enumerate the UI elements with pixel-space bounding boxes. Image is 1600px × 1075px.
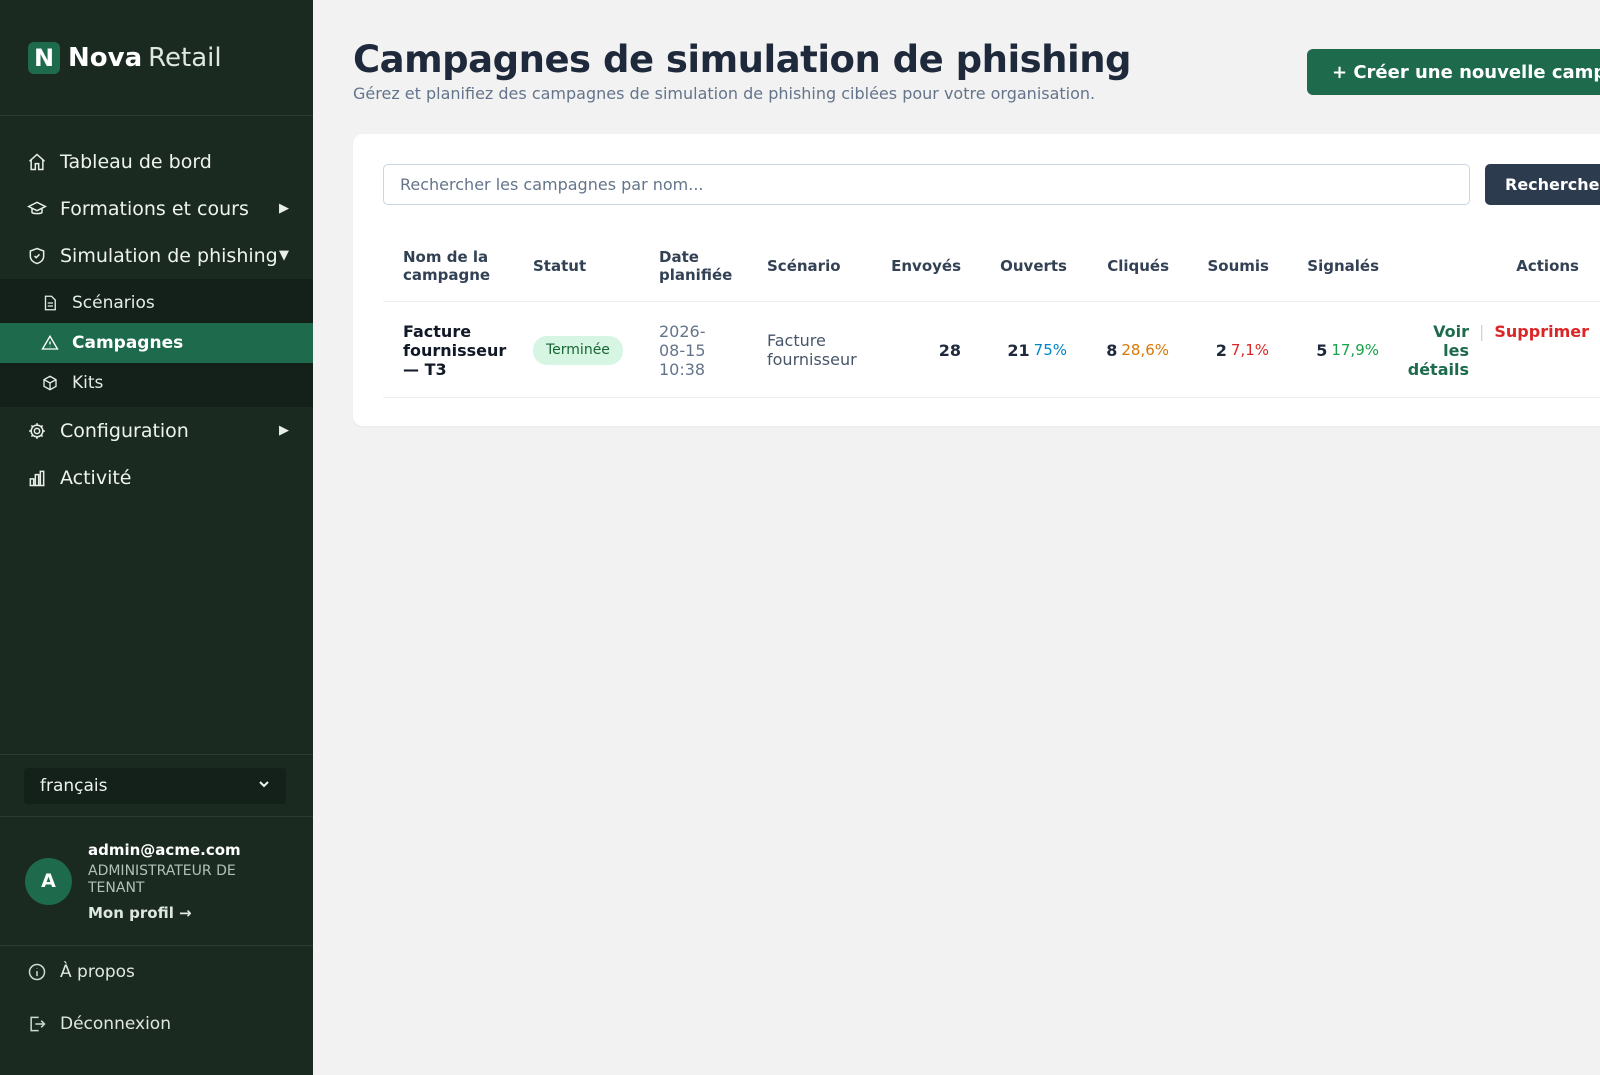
create-campaign-button[interactable]: + Créer une nouvelle campagne [1307,49,1600,95]
caret-down-icon: ▼ [279,248,289,263]
warning-triangle-icon [40,333,60,353]
nav-item-label: Activité [60,466,132,489]
submitted-percent: 7,1% [1230,340,1269,359]
column-header-scenario[interactable]: Scénario [767,230,867,302]
sub-item-label: Campagnes [72,333,184,353]
main-nav: Tableau de bord Formations et cours ▶ Si… [0,116,313,501]
nav-item-phishing-simulation[interactable]: Simulation de phishing ▼ [0,232,313,279]
sub-item-label: Kits [72,373,104,393]
home-icon [26,151,48,173]
search-button[interactable]: Rechercher [1485,164,1600,205]
avatar[interactable]: A [25,857,72,905]
opened-count: 21 [1007,340,1030,360]
view-details-link[interactable]: Voir les détails [1405,322,1469,379]
table-header: Nom de la campagne Statut Date planifiée… [383,230,1600,302]
nav-item-about[interactable]: À propos [0,946,313,998]
nav-item-label: À propos [60,962,135,982]
sent-count: 28 [938,340,961,360]
language-select[interactable]: français [24,767,286,804]
column-header-opened[interactable]: Ouverts [983,230,1067,302]
brand[interactable]: N Nova Retail [0,0,313,116]
clicked-cell: 8 28,6% [1073,302,1169,398]
info-icon [26,961,48,983]
sent-cell: 28 [881,302,961,398]
user-email: admin@acme.com [88,840,241,859]
user-info: admin@acme.com ADMINISTRATEUR DE TENANT … [88,841,258,922]
nav-item-activity[interactable]: Activité [0,454,313,501]
column-header-reported[interactable]: Signalés [1283,230,1379,302]
opened-cell: 21 75% [973,302,1067,398]
scheduled-date: 2026-08-15 10:38 [659,321,706,379]
caret-right-icon: ▶ [279,423,289,438]
sub-item-kits[interactable]: Kits [0,363,313,403]
brand-name-light: Retail [148,42,222,73]
nav-item-label: Déconnexion [60,1014,171,1034]
delete-link[interactable]: Supprimer [1494,322,1589,341]
language-selected: français [40,775,108,796]
bottom-nav: À propos Déconnexion [0,946,313,1050]
action-separator: | [1479,322,1485,341]
profile-link[interactable]: Mon profil → [88,904,258,922]
scenario-cell: Facture fournisseur [767,331,857,369]
nav-item-dashboard[interactable]: Tableau de bord [0,138,313,185]
campaign-name[interactable]: Facture fournisseur — T3 [403,302,513,398]
nav-item-logout[interactable]: Déconnexion [0,998,313,1050]
reported-cell: 5 17,9% [1273,302,1379,398]
shield-icon [26,245,48,267]
table-row[interactable]: Facture fournisseur — T3 Terminée 2026-0… [383,302,1600,398]
bar-chart-icon [26,467,48,489]
gear-icon [26,420,48,442]
page-subtitle: Gérez et planifiez des campagnes de simu… [353,84,1096,103]
column-header-submitted[interactable]: Soumis [1183,230,1270,302]
column-header-date[interactable]: Date planifiée [659,230,749,302]
graduation-cap-icon [26,198,48,220]
sub-item-campaigns[interactable]: Campagnes [0,323,313,363]
user-role: ADMINISTRATEUR DE TENANT [88,862,236,896]
actions-cell: Voir les détails | Supprimer [1393,302,1589,398]
clicked-count: 8 [1106,340,1118,360]
clicked-percent: 28,6% [1121,340,1169,359]
page-title: Campagnes de simulation de phishing [353,38,1132,81]
nav-item-label: Tableau de bord [60,150,212,173]
chevron-down-icon [258,778,270,793]
phishing-subnav: Scénarios Campagnes Kits [0,279,313,407]
status-cell: Terminée [533,302,633,398]
submitted-cell: 2 7,1% [1173,302,1269,398]
nav-item-label: Simulation de phishing [60,244,278,267]
submitted-count: 2 [1215,340,1227,360]
caret-right-icon: ▶ [279,201,289,216]
brand-logo-icon: N [28,41,60,74]
status-badge: Terminée [533,335,623,365]
reported-percent: 17,9% [1331,340,1379,359]
user-section: A admin@acme.com ADMINISTRATEUR DE TENAN… [0,817,313,946]
nav-item-training[interactable]: Formations et cours ▶ [0,185,313,232]
column-header-actions: Actions [1516,257,1579,275]
brand-name-bold: Nova [68,42,143,73]
sub-item-scenarios[interactable]: Scénarios [0,283,313,323]
reported-count: 5 [1316,340,1328,360]
cube-icon [40,373,60,393]
opened-percent: 75% [1033,340,1067,359]
sidebar: N Nova Retail Tableau de bord Formations … [0,0,313,1075]
nav-item-label: Configuration [60,419,189,442]
column-header-status[interactable]: Statut [533,230,633,302]
document-icon [40,293,60,313]
nav-item-label: Formations et cours [60,197,249,220]
search-input[interactable] [383,164,1470,205]
column-header-name[interactable]: Nom de la campagne [403,230,513,302]
brand-name: Nova Retail [68,43,222,73]
nav-item-configuration[interactable]: Configuration ▶ [0,407,313,454]
column-header-sent[interactable]: Envoyés [881,230,961,302]
main-content: Campagnes de simulation de phishing Gére… [313,0,1600,1075]
sub-item-label: Scénarios [72,293,155,313]
logout-icon [26,1013,48,1035]
campaigns-card: Rechercher Nom de la campagne Statut Dat… [353,134,1600,426]
column-header-clicked[interactable]: Cliqués [1083,230,1169,302]
language-section: français [0,754,313,817]
